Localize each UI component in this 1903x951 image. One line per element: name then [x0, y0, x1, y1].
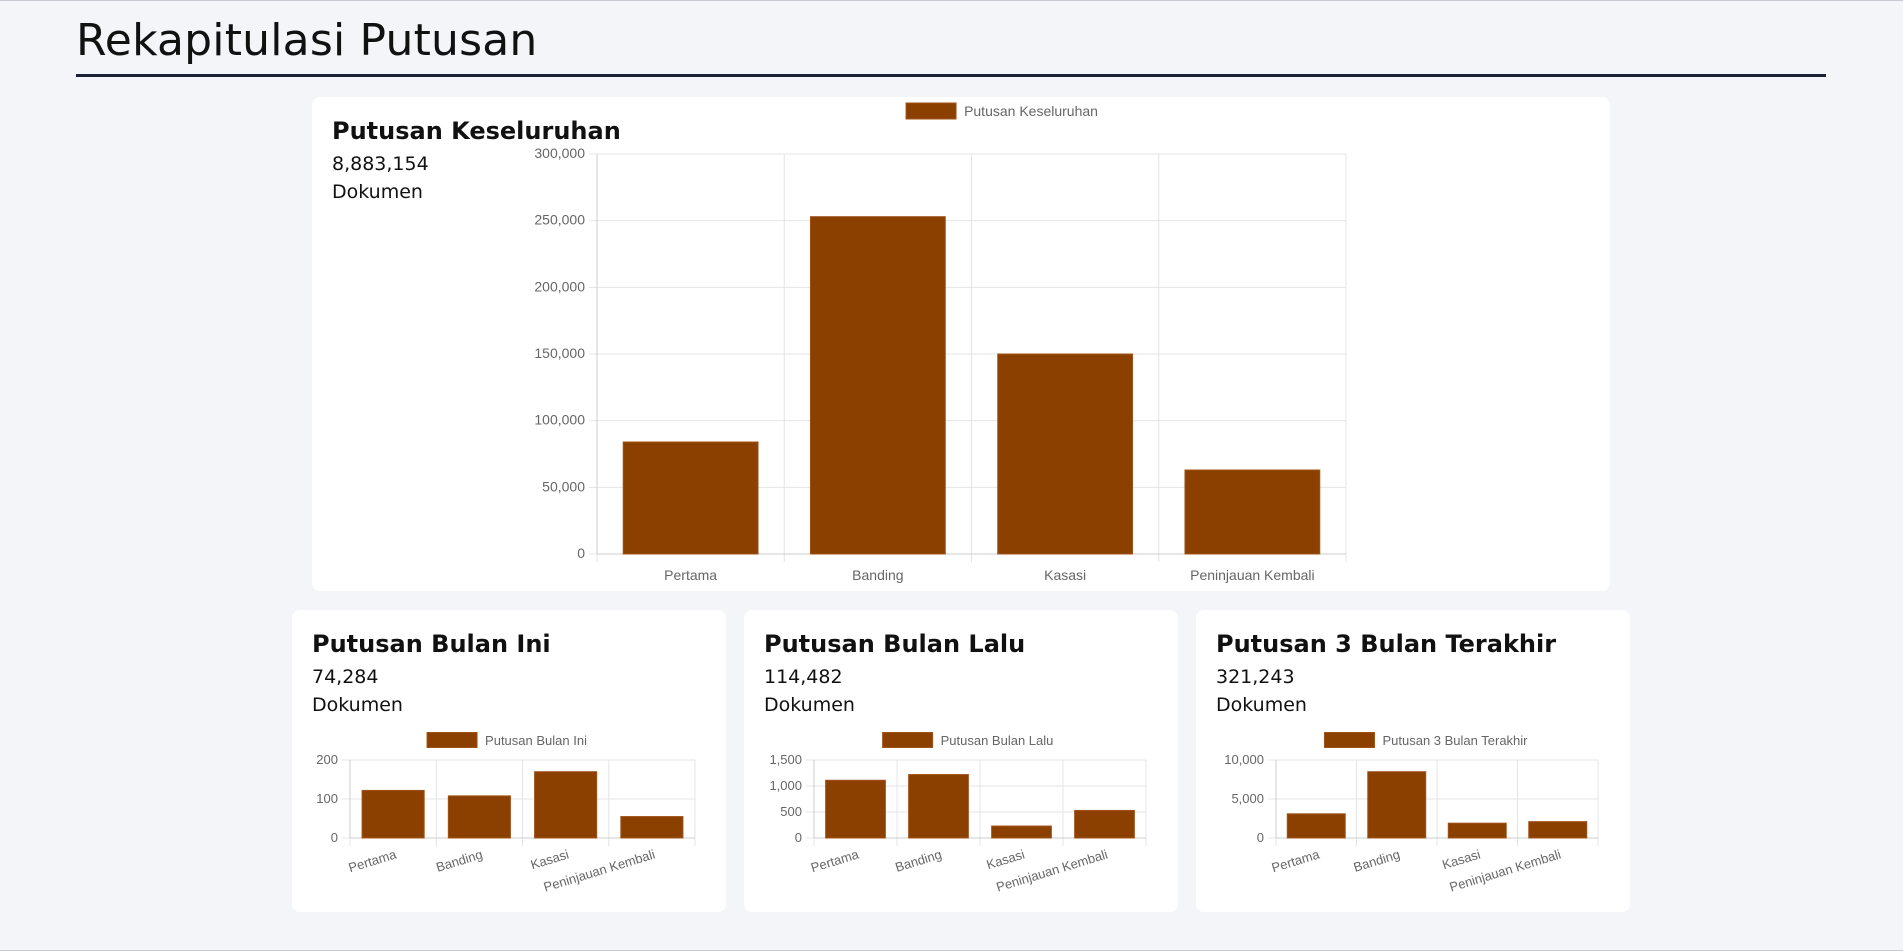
bar-pertama — [1286, 813, 1346, 839]
legend-swatch — [1323, 732, 1375, 748]
bar-peninjauan-kembali — [1184, 469, 1321, 555]
bar-chart-last-month: 05001,0001,500Pertama Banding KasasiPeninj… — [769, 732, 1147, 895]
bar-peninjauan-kembali — [620, 816, 684, 839]
bar-chart-this-month: 0100200Pertama Banding KasasiPeninjauan Ke… — [316, 732, 696, 895]
card-last-3-months: Putusan 3 Bulan Terakhir 321,243 Dokumen… — [1196, 610, 1630, 912]
y-tick-label: 1,500 — [769, 752, 802, 767]
x-tick-label: Banding — [1352, 847, 1402, 875]
bar-kasasi — [997, 353, 1134, 555]
bar-banding — [1367, 771, 1427, 839]
card-last-month: Putusan Bulan Lalu 114,482 Dokumen 0 500 1… — [744, 610, 1178, 912]
legend-swatch — [882, 732, 934, 748]
y-tick-label: 200 — [316, 752, 338, 767]
bar-banding — [908, 774, 969, 839]
bar-chart-last-3-months: 05,00010,000Pertama Banding KasasiPeninjau… — [1224, 732, 1599, 895]
legend-label: Putusan Bulan Ini — [485, 733, 587, 748]
bar-kasasi — [1447, 822, 1507, 839]
page-title: Rekapitulasi Putusan — [76, 15, 538, 66]
x-tick-label: Banding — [852, 567, 903, 583]
bar-kasasi — [991, 825, 1052, 839]
x-tick-label: Pertama — [347, 846, 399, 875]
y-tick-label: 0 — [331, 830, 338, 845]
x-tick-label: Kasasi — [985, 846, 1027, 872]
y-tick-label: 5,000 — [1231, 791, 1264, 806]
bar-pertama — [361, 789, 425, 839]
legend-swatch — [905, 102, 957, 120]
y-tick-label: 0 — [577, 545, 585, 561]
x-tick-label: Pertama — [809, 846, 861, 875]
x-tick-label: Pertama — [664, 567, 717, 583]
x-tick-label: Banding — [893, 847, 943, 875]
x-tick-label: Kasasi — [529, 846, 571, 872]
y-tick-label: 50,000 — [542, 478, 585, 494]
bar-pertama — [622, 441, 759, 555]
y-tick-label: 0 — [1257, 830, 1264, 845]
y-tick-label: 0 — [795, 830, 802, 845]
card-this-month: Putusan Bulan Ini 74,284 Dokumen 0 100 200… — [292, 610, 726, 912]
y-tick-label: 150,000 — [534, 345, 585, 361]
x-tick-label: Banding — [434, 847, 484, 875]
legend-label: Putusan Bulan Lalu — [941, 733, 1054, 748]
legend-label: Putusan Keseluruhan — [964, 103, 1098, 119]
x-tick-label: Peninjauan Kembali — [1190, 567, 1315, 583]
bar-banding — [809, 216, 946, 555]
x-tick-label: Pertama — [1270, 846, 1322, 875]
y-tick-label: 1,000 — [769, 778, 802, 793]
legend-swatch — [426, 732, 478, 748]
y-tick-label: 500 — [780, 804, 802, 819]
bar-peninjauan-kembali — [1528, 821, 1588, 839]
y-tick-label: 100,000 — [534, 412, 585, 428]
y-tick-label: 250,000 — [534, 212, 585, 228]
card-overall: Putusan Keseluruhan 8,883,154 Dokumen 05… — [312, 97, 1610, 591]
bar-banding — [447, 795, 511, 839]
y-tick-label: 200,000 — [534, 278, 585, 294]
x-tick-label: Kasasi — [1440, 846, 1482, 872]
y-tick-label: 10,000 — [1224, 752, 1264, 767]
bar-kasasi — [534, 771, 598, 839]
bar-peninjauan-kembali — [1074, 809, 1135, 839]
bar-chart-overall: 0 50,000 100,000 150,000 200,000 250,000 300,0… — [534, 102, 1347, 583]
legend-label: Putusan 3 Bulan Terakhir — [1382, 733, 1528, 748]
title-divider — [76, 74, 1826, 77]
y-tick-label: 300,000 — [534, 145, 585, 161]
y-tick-label: 100 — [316, 791, 338, 806]
page: Rekapitulasi Putusan Putusan Keseluruhan… — [0, 1, 1903, 951]
x-tick-label: Kasasi — [1044, 567, 1086, 583]
bar-pertama — [825, 779, 886, 839]
